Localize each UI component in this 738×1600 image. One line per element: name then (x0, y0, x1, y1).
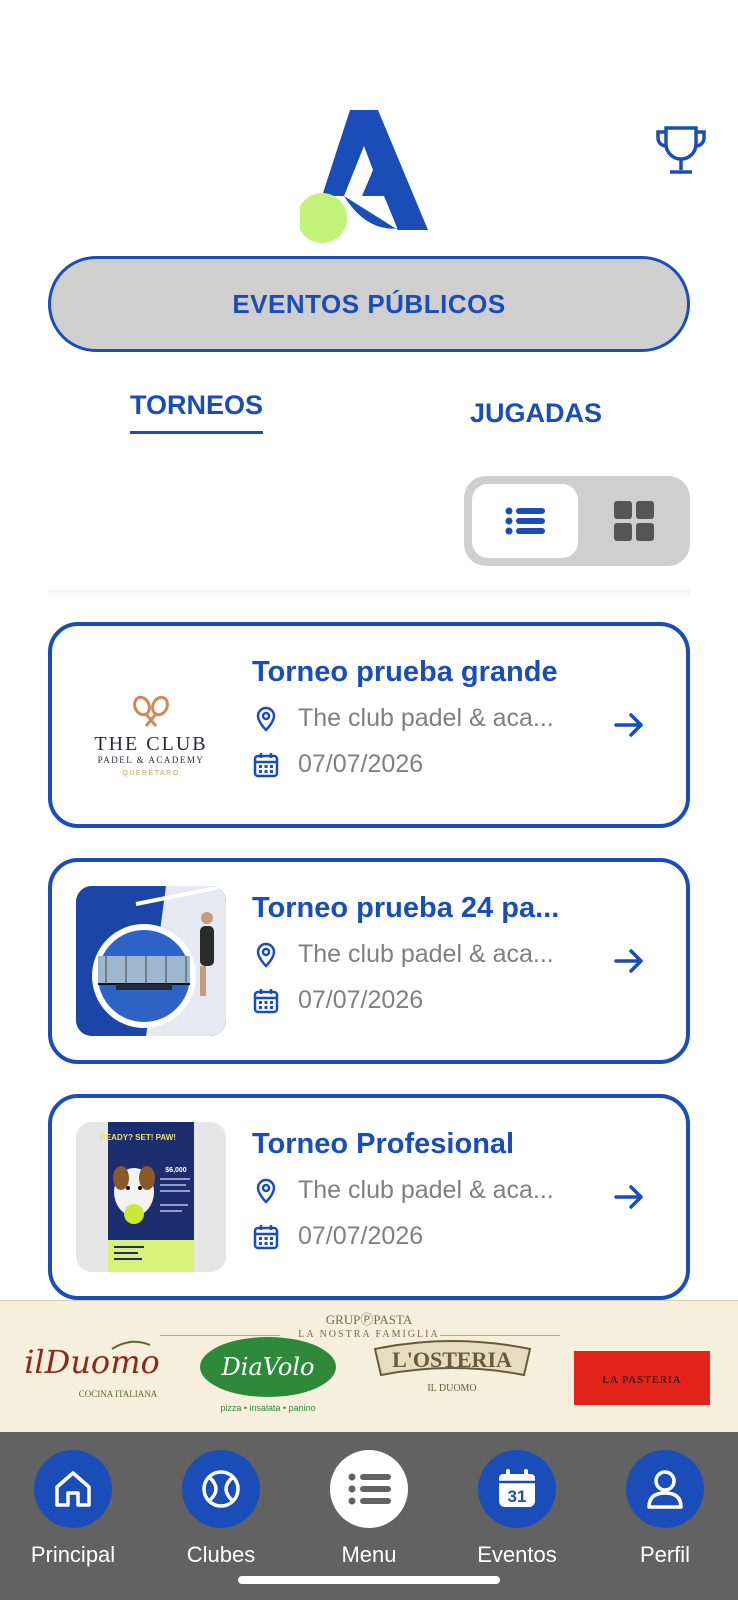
location-pin-icon (256, 1178, 276, 1204)
club-logo: THE CLUB PADEL & ACADEMY QUERÉTARO (94, 695, 207, 777)
event-poster: READY? SET! PAW! $6,000 (76, 1122, 226, 1272)
brand-ilduomo-sub: COCINA ITALIANA (79, 1389, 158, 1399)
event-card[interactable]: Torneo prueba 24 pa... The club padel & … (48, 858, 690, 1064)
nav-eventos[interactable]: 31 Eventos (452, 1450, 582, 1568)
event-title: Torneo Profesional (252, 1128, 515, 1160)
tab-torneos[interactable]: TORNEOS (130, 390, 264, 434)
user-icon (647, 1470, 683, 1509)
event-thumbnail (76, 886, 226, 1036)
list-view-button[interactable] (472, 484, 578, 558)
public-events-button[interactable]: EVENTOS PÚBLICOS (48, 256, 690, 352)
brand-diavolo-name: DiaVolo (221, 1353, 315, 1381)
brand-ilduomo: ilDuomo COCINA ITALIANA (24, 1340, 160, 1399)
brand-diavolo-sub: pizza • insalata • panino (220, 1403, 315, 1413)
event-title: Torneo prueba grande (252, 656, 558, 688)
poster-price: $6,000 (165, 1167, 187, 1174)
event-card[interactable]: READY? SET! PAW! $6,000 Torneo Profesion… (48, 1094, 690, 1300)
home-indicator[interactable] (238, 1576, 500, 1584)
menu-icon (348, 1473, 391, 1505)
brand-losteria: L'OSTERIA IL DUOMO (373, 1340, 532, 1394)
brand-ilduomo-name: ilDuomo (24, 1343, 160, 1381)
nav-menu[interactable]: Menu (304, 1450, 434, 1568)
nav-clubes[interactable]: Clubes (156, 1450, 286, 1568)
bottom-navigation: Principal Clubes Menu 31 Eventos Perfil (0, 1432, 738, 1600)
event-location: The club padel & aca... (252, 1176, 554, 1205)
event-card[interactable]: THE CLUB PADEL & ACADEMY QUERÉTARO Torne… (48, 622, 690, 828)
sponsor-banner[interactable]: GRUPⓅPASTA LA NOSTRA FAMIGLIA ilDuomo CO… (0, 1300, 738, 1432)
event-date-text: 07/07/2026 (298, 986, 424, 1014)
arrow-right-icon[interactable] (612, 944, 646, 978)
grid-view-button[interactable] (586, 484, 682, 558)
club-logo-brand: THE CLUB (94, 733, 207, 755)
event-location: The club padel & aca... (252, 940, 554, 969)
tab-jugadas[interactable]: JUGADAS (470, 398, 602, 429)
brand-losteria-sub: IL DUOMO (427, 1383, 476, 1394)
event-date-text: 07/07/2026 (298, 1222, 424, 1250)
nav-perfil-label: Perfil (639, 1542, 691, 1567)
nav-principal-label: Principal (30, 1542, 116, 1567)
home-icon (55, 1471, 91, 1507)
arrow-right-icon[interactable] (612, 1180, 646, 1214)
event-date: 07/07/2026 (252, 750, 423, 779)
calendar-day: 31 (508, 1487, 527, 1506)
nav-clubes-label: Clubes (186, 1542, 256, 1567)
event-thumbnail: READY? SET! PAW! $6,000 (76, 1122, 226, 1272)
app-logo (300, 110, 428, 243)
nav-eventos-circle[interactable]: 31 (478, 1450, 556, 1528)
club-logo-tagline: PADEL & ACADEMY (98, 755, 205, 765)
sponsor-brands: ilDuomo COCINA ITALIANA DiaVolo pizza • … (24, 1337, 710, 1413)
event-thumbnail: THE CLUB PADEL & ACADEMY QUERÉTARO (76, 650, 226, 800)
brand-losteria-name: L'OSTERIA (392, 1347, 512, 1372)
nav-clubes-circle[interactable] (182, 1450, 260, 1528)
calendar-icon (253, 752, 279, 777)
event-location-text: The club padel & aca... (298, 940, 554, 968)
event-title: Torneo prueba 24 pa... (252, 892, 560, 924)
trophy-icon[interactable] (654, 124, 708, 178)
view-toggle (464, 476, 690, 566)
ball-icon (202, 1470, 240, 1508)
calendar-icon: 31 (499, 1469, 535, 1507)
calendar-icon (253, 988, 279, 1013)
club-logo-city: QUERÉTARO (122, 768, 179, 777)
brand-lapasteria: LA PASTERIA (574, 1351, 710, 1405)
nav-perfil-circle[interactable] (626, 1450, 704, 1528)
poster-headline: READY? SET! PAW! (100, 1133, 176, 1142)
list-icon (505, 507, 545, 535)
nav-menu-label: Menu (341, 1542, 397, 1567)
nav-principal-circle[interactable] (34, 1450, 112, 1528)
event-location-text: The club padel & aca... (298, 1176, 554, 1204)
nav-menu-circle[interactable] (330, 1450, 408, 1528)
location-pin-icon (256, 942, 276, 968)
event-location-text: The club padel & aca... (298, 704, 554, 732)
arrow-right-icon[interactable] (612, 708, 646, 742)
brand-diavolo: DiaVolo pizza • insalata • panino (200, 1337, 336, 1413)
nav-eventos-label: Eventos (477, 1542, 557, 1567)
location-pin-icon (256, 706, 276, 732)
brand-lapasteria-name: LA PASTERIA (602, 1374, 681, 1386)
event-photo (76, 886, 226, 1036)
grid-icon (614, 501, 654, 541)
list-divider (48, 590, 690, 598)
nav-perfil[interactable]: Perfil (600, 1450, 730, 1568)
event-date-text: 07/07/2026 (298, 750, 424, 778)
calendar-icon (253, 1224, 279, 1249)
event-date: 07/07/2026 (252, 986, 423, 1015)
event-location: The club padel & aca... (252, 704, 554, 733)
nav-principal[interactable]: Principal (8, 1450, 138, 1568)
event-date: 07/07/2026 (252, 1222, 423, 1251)
